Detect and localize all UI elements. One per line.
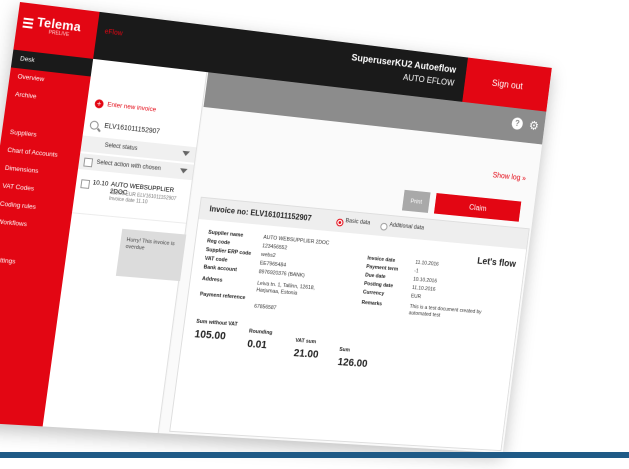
vat-sum-label: VAT sum <box>294 337 317 346</box>
invoice-date-value: 11.10.2016 <box>414 259 440 268</box>
list-item[interactable]: 10.10 AUTO WEBSUPPLIER 2DOC 126.00 EUR E… <box>71 172 192 224</box>
additional-data-radio[interactable] <box>379 222 388 231</box>
invoice-card: Invoice no: ELV161011152907 Basic data A… <box>169 196 530 452</box>
vat-code-value: EE7965484 <box>259 260 287 269</box>
bottom-rule <box>0 452 629 458</box>
vat-code-label: VAT code <box>204 255 228 264</box>
supplier-name-label: Supplier name <box>207 229 244 239</box>
supplier-erp-code-label: Supplier ERP code <box>205 247 252 257</box>
currency-label: Currency <box>362 289 385 297</box>
enter-new-invoice-button[interactable]: + Enter new invoice <box>94 98 157 114</box>
rounding-value: 0.01 <box>246 338 268 352</box>
status-select-label: Select status <box>104 142 138 152</box>
help-icon[interactable]: ? <box>511 117 524 131</box>
search-value: ELV161011152907 <box>103 122 161 136</box>
vat-sum-value: 21.00 <box>292 347 320 361</box>
module-name: eFlow <box>104 28 123 38</box>
sum-without-vat-label: Sum without VAT <box>195 318 238 328</box>
logo-subtitle: PRELIVE <box>48 29 70 39</box>
invoice-title: Invoice no: ELV161011152907 <box>208 204 313 223</box>
claim-button[interactable]: Claim <box>433 193 522 222</box>
currency-value: EUR <box>410 293 422 301</box>
payment-reference-value: 67856587 <box>253 303 277 312</box>
payment-term-label: Payment term <box>365 264 399 273</box>
select-all-checkbox[interactable] <box>83 157 94 168</box>
print-button[interactable]: Print <box>401 189 431 213</box>
bank-account-label: Bank account <box>203 264 238 274</box>
plus-icon: + <box>94 98 105 109</box>
hamburger-icon[interactable] <box>22 17 34 29</box>
search-icon <box>89 119 100 130</box>
reg-code-value: 123456552 <box>261 243 288 252</box>
sum-value: 126.00 <box>336 356 369 370</box>
bank-account-value: 8976920376 (BANK) <box>258 269 305 279</box>
invoice-date-label: Invoice date <box>366 255 396 264</box>
address-label: Address <box>201 276 223 284</box>
supplier-erp-code-value: webs2 <box>260 251 276 259</box>
main-area: ? ⚙ Show log » Print Claim Invoice no: E… <box>159 72 547 454</box>
address-value: Leiva tn. 1, Tallinn, 12618, Harjumaa, E… <box>255 280 316 297</box>
stage: Telema PRELIVE eFlow SuperuserKU2 Autoef… <box>0 0 629 469</box>
sum-label: Sum <box>338 346 351 354</box>
gear-icon[interactable]: ⚙ <box>528 118 540 133</box>
action-select-label: Select action with chosen <box>96 159 162 173</box>
list-item-checkbox[interactable] <box>80 179 91 189</box>
rounding-label: Rounding <box>248 328 273 337</box>
additional-data-label: Additional data <box>389 222 425 232</box>
basic-data-radio[interactable] <box>335 218 344 227</box>
reg-code-label: Reg code <box>206 238 231 247</box>
lets-flow-heading: Let's flow <box>476 256 517 270</box>
chevron-down-icon <box>179 168 188 174</box>
list-item-date: 10.10 <box>92 179 109 188</box>
chevron-down-icon <box>181 150 190 157</box>
due-date-value: 10.10.2016 <box>412 276 438 285</box>
due-date-label: Due date <box>364 272 386 281</box>
sum-without-vat-value: 105.00 <box>193 328 227 343</box>
remarks-value: This is a test document created by autom… <box>408 303 482 319</box>
basic-data-label: Basic data <box>345 218 371 227</box>
enter-new-invoice-label: Enter new invoice <box>106 101 157 114</box>
show-log-link[interactable]: Show log » <box>492 171 526 183</box>
remarks-label: Remarks <box>361 299 383 308</box>
app-window: Telema PRELIVE eFlow SuperuserKU2 Autoef… <box>0 2 552 454</box>
posting-date-label: Posting date <box>363 281 394 290</box>
posting-date-value: 11.10.2016 <box>411 285 436 293</box>
payment-term-value: -1 <box>413 268 419 275</box>
overdue-notice: Hurry! This invoice is overdue <box>115 228 189 282</box>
payment-reference-label: Payment reference <box>199 291 246 302</box>
